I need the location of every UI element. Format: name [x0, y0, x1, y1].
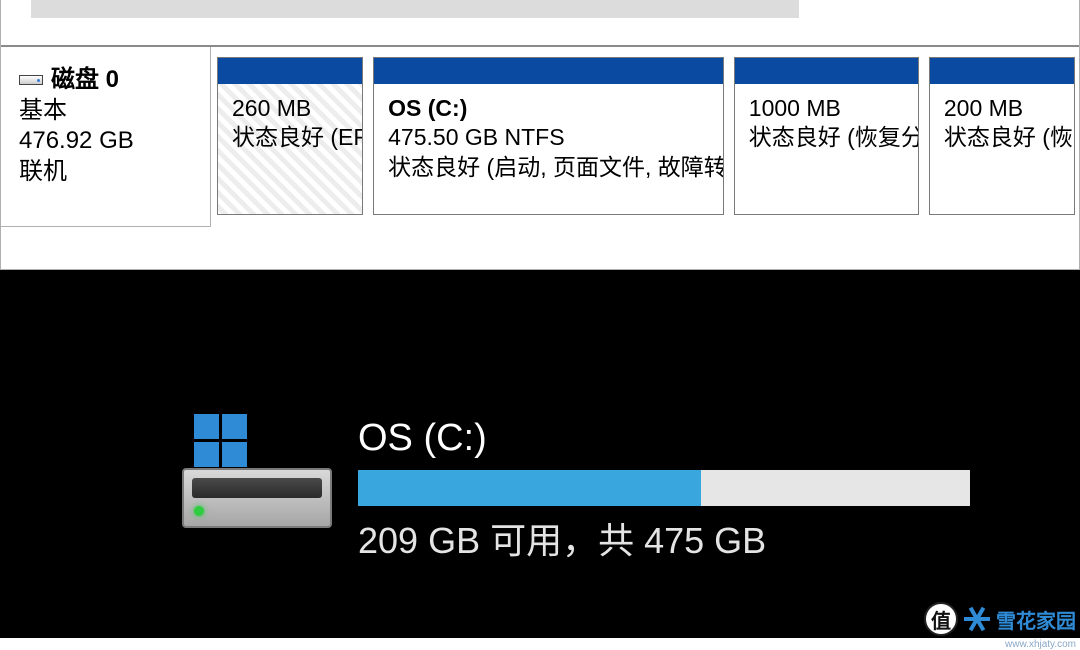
explorer-drive-panel: OS (C:) 209 GB 可用，共 475 GB 值 雪花家园 www.xh…: [0, 270, 1080, 638]
partition-body: OS (C:) 475.50 GB NTFS 状态良好 (启动, 页面文件, 故…: [374, 84, 723, 214]
partition-status: 状态良好 (启动, 页面文件, 故障转储: [388, 153, 709, 182]
partition-size: 1000 MB: [749, 94, 904, 123]
drive-title: OS (C:): [358, 418, 998, 460]
partition-status: 状态良好 (EFI: [232, 123, 348, 152]
zhi-badge-icon: 值: [924, 602, 958, 636]
partition-recovery-1[interactable]: 1000 MB 状态良好 (恢复分: [734, 57, 919, 215]
partition-efi[interactable]: 260 MB 状态良好 (EFI: [217, 57, 363, 215]
partition-size: 200 MB: [944, 94, 1060, 123]
column-header-strip: [31, 0, 799, 18]
disk-row: 磁盘 0 基本 476.92 GB 联机 260 MB 状态良好 (EFI OS…: [1, 45, 1079, 245]
disk-state: 联机: [19, 157, 194, 188]
partition-color-strip: [374, 58, 723, 84]
brand-url: www.xhjaty.com: [1005, 639, 1076, 650]
brand-text: 雪花家园: [996, 605, 1076, 634]
partition-strip: 260 MB 状态良好 (EFI OS (C:) 475.50 GB NTFS …: [211, 47, 1079, 245]
hdd-icon: [182, 468, 332, 528]
snowflake-icon: [964, 606, 990, 632]
disk-type: 基本: [19, 96, 194, 127]
partition-recovery-2[interactable]: 200 MB 状态良好 (恢: [929, 57, 1075, 215]
hdd-icon: [19, 75, 43, 85]
partition-size: 475.50 GB NTFS: [388, 123, 709, 152]
disk-capacity: 476.92 GB: [19, 126, 194, 157]
xuehua-brand: 雪花家园 www.xhjaty.com: [964, 605, 1076, 634]
partition-os-c[interactable]: OS (C:) 475.50 GB NTFS 状态良好 (启动, 页面文件, 故…: [373, 57, 724, 215]
drive-text-block: OS (C:) 209 GB 可用，共 475 GB: [358, 418, 998, 564]
partition-color-strip: [218, 58, 362, 84]
partition-color-strip: [930, 58, 1074, 84]
partition-status: 状态良好 (恢复分: [749, 123, 904, 152]
partition-body: 260 MB 状态良好 (EFI: [218, 84, 362, 214]
drive-tile-os-c[interactable]: OS (C:) 209 GB 可用，共 475 GB: [182, 418, 998, 564]
disk-name: 磁盘 0: [19, 65, 194, 96]
partition-body: 200 MB 状态良好 (恢: [930, 84, 1074, 214]
partition-name: OS (C:): [388, 94, 709, 123]
partition-body: 1000 MB 状态良好 (恢复分: [735, 84, 918, 214]
usage-fill: [358, 470, 701, 506]
watermark-group: 值 雪花家园 www.xhjaty.com: [924, 602, 1076, 636]
partition-color-strip: [735, 58, 918, 84]
disk-management-panel: 磁盘 0 基本 476.92 GB 联机 260 MB 状态良好 (EFI OS…: [0, 0, 1080, 270]
usage-bar: [358, 470, 970, 506]
windows-logo-icon: [194, 414, 250, 470]
disk-info-cell[interactable]: 磁盘 0 基本 476.92 GB 联机: [1, 47, 211, 227]
partition-status: 状态良好 (恢: [944, 123, 1060, 152]
drive-free-text: 209 GB 可用，共 475 GB: [358, 512, 998, 564]
disk-name-text: 磁盘 0: [51, 65, 119, 96]
drive-graphic: [182, 418, 332, 528]
partition-size: 260 MB: [232, 94, 348, 123]
